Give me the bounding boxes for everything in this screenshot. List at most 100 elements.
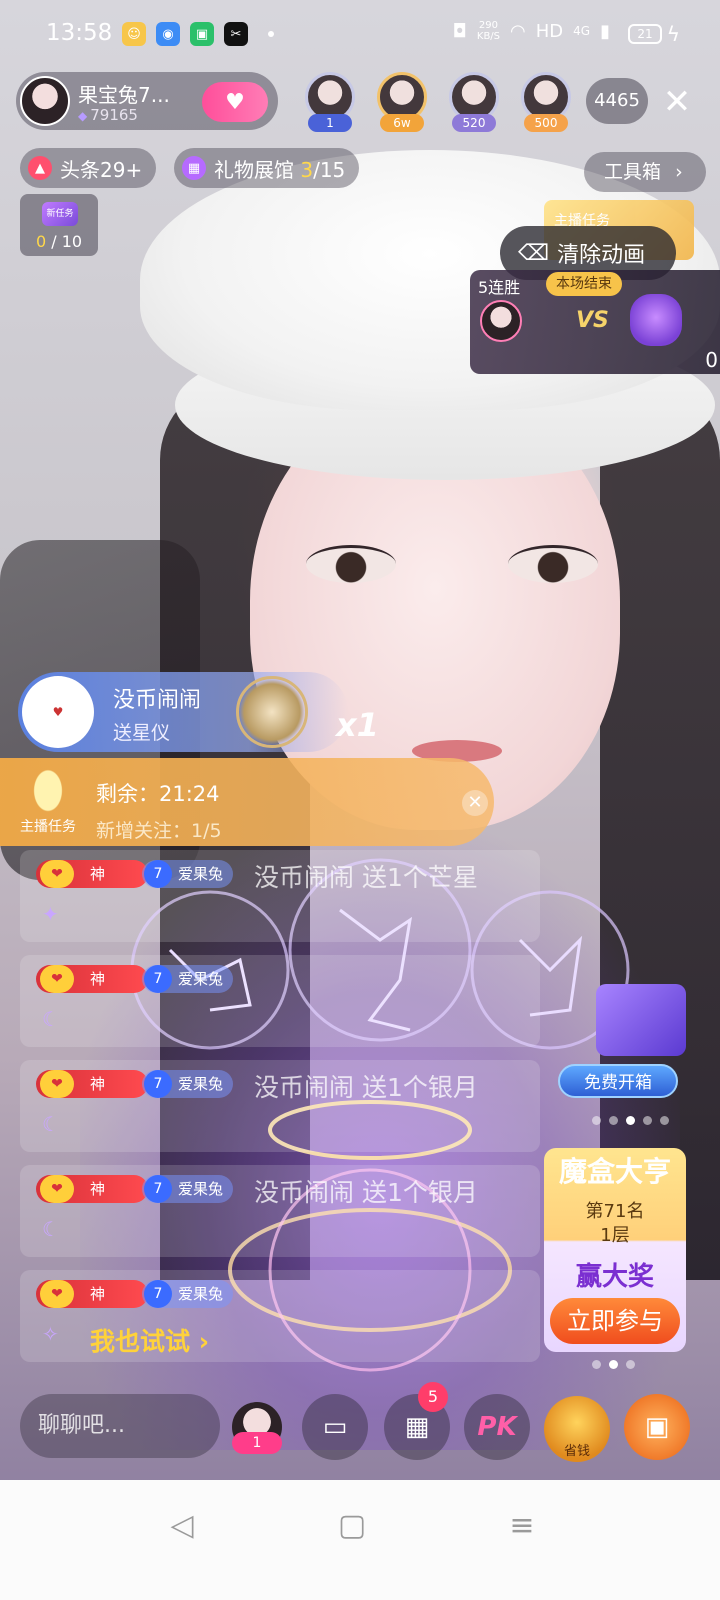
gift-hall-button[interactable]: ▦ 礼物展馆 3/15 bbox=[174, 148, 360, 188]
net-speed: 290 KB/S bbox=[477, 20, 500, 42]
fan-club-badge: 爱果兔 bbox=[142, 965, 234, 993]
recents-icon[interactable]: ≡ bbox=[502, 1506, 542, 1546]
chat-message[interactable]: 神 爱果兔 ✧ 我也试试 › bbox=[20, 1270, 540, 1362]
gift-sender-avatar[interactable]: ♥ bbox=[22, 676, 94, 748]
app-notification-icon: ▣ bbox=[190, 22, 214, 46]
try-it-button[interactable]: 我也试试 › bbox=[90, 1322, 209, 1358]
clear-animation-label: 清除动画 bbox=[557, 243, 646, 268]
task-box-icon: 新任务 bbox=[42, 202, 78, 226]
battery-icon: 21 bbox=[628, 24, 662, 44]
message-icon[interactable]: ▭ bbox=[302, 1394, 368, 1460]
notification-icons: ☺ ◉ ▣ ✂ bbox=[122, 22, 248, 46]
magic-box-tycoon-card[interactable]: 魔盒大亨 第71名 1层 赢大奖 立即参与 bbox=[544, 1148, 686, 1352]
viewer-avatar-item[interactable]: 520 bbox=[444, 72, 504, 132]
back-icon[interactable]: ◁ bbox=[162, 1506, 202, 1546]
viewer-avatar-item[interactable]: 1 bbox=[300, 72, 360, 132]
gift-multiplier: x1 bbox=[336, 706, 379, 744]
mohe-rank: 第71名 1层 bbox=[544, 1200, 686, 1248]
plus-heart-icon: ♥ bbox=[225, 89, 245, 115]
pk-battle-card[interactable]: 5连胜 本场结束 VS 0 bbox=[470, 270, 720, 374]
close-icon[interactable]: ✕ bbox=[660, 82, 694, 122]
gift-hall-icon: ▦ bbox=[182, 156, 206, 180]
gift-hall-title: 礼物展馆 bbox=[214, 157, 301, 182]
chat-message[interactable]: 神 爱果兔 ☾ bbox=[20, 955, 540, 1047]
carousel-dot-active bbox=[609, 1360, 618, 1369]
follow-button[interactable]: ♥ bbox=[202, 82, 268, 122]
anchor-task-new-follow: 新增关注：1/5 bbox=[96, 820, 222, 842]
carousel-dot bbox=[643, 1116, 652, 1125]
gift-box-icon[interactable]: ▣ bbox=[624, 1394, 690, 1460]
moon-gift-icon: ☾ bbox=[42, 1007, 60, 1031]
chat-message[interactable]: 神 爱果兔 没币闹闹 送1个芒星 ✦ bbox=[20, 850, 540, 942]
gift-description: 送星仪 bbox=[113, 722, 171, 744]
moon-gift-icon: ☾ bbox=[42, 1112, 60, 1136]
mohe-floor: 1层 bbox=[600, 1225, 630, 1246]
try-it-label: 我也试试 bbox=[90, 1327, 191, 1356]
chat-message-text: 没币闹闹 送1个芒星 bbox=[254, 863, 478, 892]
signal-icon: ▮ bbox=[600, 20, 610, 42]
fan-club-badge: 爱果兔 bbox=[142, 860, 234, 888]
task-progress-widget[interactable]: 新任务 0 / 10 bbox=[20, 194, 98, 256]
carousel-dot bbox=[592, 1116, 601, 1125]
level-badge: 神 bbox=[36, 1070, 148, 1098]
home-icon[interactable]: ▢ bbox=[332, 1506, 372, 1546]
level-badge: 神 bbox=[36, 965, 148, 993]
headline-button[interactable]: ▲ 头条29+ bbox=[20, 148, 157, 188]
pk-opponent-avatar[interactable] bbox=[630, 294, 682, 346]
more-notifications-dot bbox=[268, 31, 274, 37]
chat-message-text: 没币闹闹 送1个银月 bbox=[254, 1073, 478, 1102]
star-gift-icon: ✦ bbox=[42, 902, 59, 926]
status-time: 13:58 bbox=[46, 20, 113, 46]
anchor-task-remaining: 剩余：21:24 bbox=[96, 782, 220, 806]
chat-input[interactable]: 聊聊吧... bbox=[20, 1394, 220, 1458]
chat-message[interactable]: 神 爱果兔 没币闹闹 送1个银月 ☾ bbox=[20, 1165, 540, 1257]
join-now-button[interactable]: 立即参与 bbox=[550, 1298, 680, 1344]
net-speed-unit: KB/S bbox=[476, 31, 501, 42]
host-fans-count: 79165 bbox=[90, 106, 138, 124]
anchor-task-banner[interactable]: 主播任务 bbox=[0, 758, 494, 846]
viewer-rank-badge: 520 bbox=[452, 114, 496, 132]
hd-indicator: HD bbox=[535, 20, 564, 42]
net-speed-value: 290 bbox=[478, 20, 498, 31]
money-saving-chest[interactable]: 省钱 bbox=[544, 1396, 610, 1462]
astrolabe-icon: ✧ bbox=[42, 1322, 59, 1346]
treasure-chest-widget[interactable]: 免费开箱 bbox=[556, 950, 686, 1120]
moon-gift-icon: ☾ bbox=[42, 1217, 60, 1241]
viewer-rank-badge: 6w bbox=[380, 114, 424, 132]
viewer-avatar-item[interactable]: 500 bbox=[516, 72, 576, 132]
toolbox-button[interactable]: 工具箱 › bbox=[584, 152, 706, 192]
free-open-chest-button[interactable]: 免费开箱 bbox=[558, 1064, 678, 1098]
gift-hall-current: 3 bbox=[300, 157, 314, 182]
fire-icon: ▲ bbox=[28, 156, 52, 180]
carousel-dots bbox=[592, 1116, 669, 1125]
mohe-title: 魔盒大亨 bbox=[558, 1155, 671, 1188]
chat-list[interactable]: 神 爱果兔 没币闹闹 送1个芒星 ✦ 神 爱果兔 ☾ 神 爱果兔 没币闹闹 送1… bbox=[20, 850, 540, 1375]
camera-icon: ◘ bbox=[452, 20, 467, 42]
pk-button[interactable]: PK bbox=[464, 1394, 530, 1460]
mic-user-badge: 1 bbox=[232, 1432, 282, 1454]
host-fans: ◆ 79165 bbox=[78, 106, 138, 124]
gift-hall-total: /15 bbox=[313, 157, 346, 182]
carousel-dot bbox=[592, 1360, 601, 1369]
pk-status-badge: 本场结束 bbox=[546, 272, 622, 296]
chat-message-text: 没币闹闹 送1个银月 bbox=[254, 1178, 478, 1207]
pk-win-streak: 5连胜 bbox=[478, 278, 521, 297]
streamer-eye-right bbox=[508, 545, 598, 583]
fan-club-badge: 爱果兔 bbox=[142, 1280, 234, 1308]
pk-host-avatar[interactable] bbox=[480, 300, 522, 342]
carousel-dot bbox=[626, 1360, 635, 1369]
signal-type: 4G bbox=[573, 24, 591, 38]
app-notification-icon: ◉ bbox=[156, 22, 180, 46]
close-icon[interactable]: ✕ bbox=[462, 790, 488, 816]
viewer-count[interactable]: 4465 bbox=[586, 78, 648, 124]
level-badge: 神 bbox=[36, 1175, 148, 1203]
mohe-rank-value: 第71名 bbox=[585, 1201, 645, 1222]
capcut-icon: ✂ bbox=[224, 22, 248, 46]
chat-message[interactable]: 神 爱果兔 没币闹闹 送1个银月 ☾ bbox=[20, 1060, 540, 1152]
anchor-task-badge: 主播任务 bbox=[14, 764, 82, 840]
viewer-avatar-item[interactable]: 6w bbox=[372, 72, 432, 132]
level-badge: 神 bbox=[36, 860, 148, 888]
bottom-toolbar: 聊聊吧... ▭ ▦ PK ▣ bbox=[0, 1390, 720, 1470]
host-avatar[interactable] bbox=[20, 76, 70, 126]
wifi-icon: ◠ bbox=[510, 20, 526, 42]
